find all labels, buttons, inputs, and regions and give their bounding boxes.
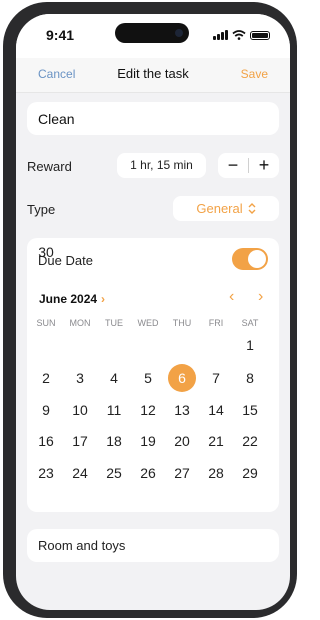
calendar-day-1[interactable]: 1 [236,331,264,359]
camera-icon [175,29,183,37]
chevron-up-down-icon [248,203,256,214]
toggle-knob [248,250,266,268]
notes-value: Room and toys [38,538,126,553]
status-time: 9:41 [46,27,75,43]
signal-icon [213,30,228,40]
notes-field[interactable]: Room and toys [27,529,279,562]
calendar-day-7[interactable]: 7 [202,364,230,392]
calendar-day-26[interactable]: 26 [134,459,162,487]
calendar-day-8[interactable]: 8 [236,364,264,392]
calendar-day-17[interactable]: 17 [66,427,94,455]
calendar-day-10[interactable]: 10 [66,396,94,424]
month-label: June 2024 [39,292,98,306]
save-button[interactable]: Save [241,67,268,81]
dynamic-island [115,23,189,43]
weekday-fri: FRI [208,318,224,328]
decrement-button[interactable]: − [218,153,248,178]
weekday-mon: MON [69,318,91,328]
type-select[interactable]: General [173,196,279,221]
calendar-day-14[interactable]: 14 [202,396,230,424]
phone-frame: 9:41 Cancel Edit the task Save Clean Rew… [3,2,297,618]
weekday-wed: WED [137,318,159,328]
nav-bar: Cancel Edit the task Save [16,58,290,93]
calendar-day-11[interactable]: 11 [100,396,128,424]
previous-month-button[interactable]: ‹ [229,288,234,306]
next-month-button[interactable]: › [258,288,263,306]
calendar-day-28[interactable]: 28 [202,459,230,487]
calendar-day-5[interactable]: 5 [134,364,162,392]
increment-button[interactable]: + [249,153,279,178]
calendar-day-29[interactable]: 29 [236,459,264,487]
calendar-day-24[interactable]: 24 [66,459,94,487]
calendar-day-2[interactable]: 2 [32,364,60,392]
reward-label: Reward [27,159,72,174]
weekday-sun: SUN [36,318,56,328]
type-label: Type [27,202,56,217]
weekday-thu: THU [172,318,192,328]
calendar-day-12[interactable]: 12 [134,396,162,424]
chevron-right-icon: › [101,292,106,306]
type-value: General [196,201,243,216]
calendar-day-6[interactable]: 6 [168,364,196,392]
screen: 9:41 Cancel Edit the task Save Clean Rew… [16,14,290,610]
due-date-toggle[interactable] [232,248,268,270]
weekday-tue: TUE [105,318,123,328]
calendar-day-18[interactable]: 18 [100,427,128,455]
reward-stepper: − + [218,153,279,178]
calendar-day-23[interactable]: 23 [32,459,60,487]
calendar-day-27[interactable]: 27 [168,459,196,487]
task-name-field[interactable]: Clean [27,102,279,135]
calendar-day-19[interactable]: 19 [134,427,162,455]
due-date-card: Due Date June 2024 › ‹ › SUN MON TUE WED THU F… [27,238,279,512]
calendar-day-15[interactable]: 15 [236,396,264,424]
status-icons [213,30,270,40]
calendar-day-20[interactable]: 20 [168,427,196,455]
task-name-value: Clean [38,111,75,127]
calendar-day-16[interactable]: 16 [32,427,60,455]
calendar-day-30[interactable]: 30 [32,238,60,266]
calendar-day-22[interactable]: 22 [236,427,264,455]
calendar-day-9[interactable]: 9 [32,396,60,424]
battery-icon [250,31,270,40]
wifi-icon [232,30,246,40]
calendar-day-3[interactable]: 3 [66,364,94,392]
calendar-day-13[interactable]: 13 [168,396,196,424]
reward-value[interactable]: 1 hr, 15 min [117,153,206,178]
status-bar: 9:41 [16,14,290,58]
calendar-day-4[interactable]: 4 [100,364,128,392]
weekday-sat: SAT [241,318,259,328]
calendar-day-25[interactable]: 25 [100,459,128,487]
calendar-day-21[interactable]: 21 [202,427,230,455]
month-selector[interactable]: June 2024 › [39,292,105,306]
